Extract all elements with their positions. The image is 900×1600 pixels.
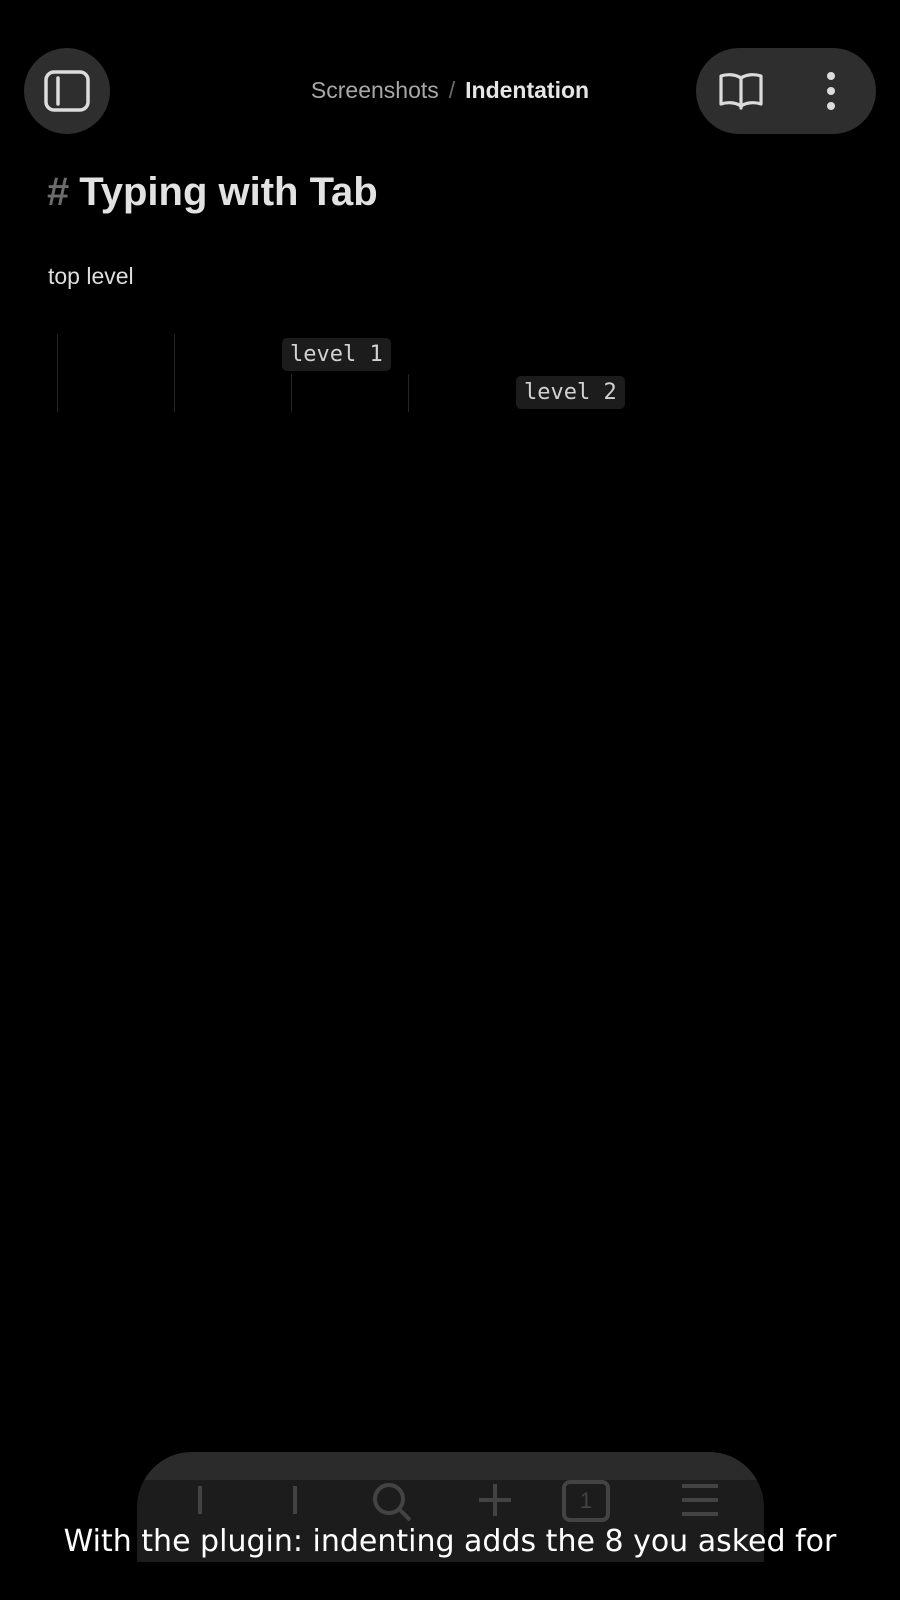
code-line-level-2[interactable]: level 2: [516, 376, 625, 409]
indent-guide: [291, 374, 292, 412]
top-bar: Screenshots / Indentation: [0, 0, 900, 150]
more-vertical-icon: [827, 72, 835, 110]
note-heading[interactable]: # Typing with Tab: [47, 166, 378, 218]
breadcrumb-parent[interactable]: Screenshots: [311, 77, 439, 103]
tab-count-icon[interactable]: 1: [562, 1480, 610, 1522]
more-options-button[interactable]: [786, 48, 876, 134]
plus-icon[interactable]: [475, 1480, 515, 1520]
indent-guide: [174, 334, 175, 412]
indent-guide: [57, 334, 58, 412]
menu-icon[interactable]: [678, 1480, 722, 1520]
caption: With the plugin: indenting adds the 8 yo…: [63, 1524, 837, 1559]
view-actions-pill: [696, 48, 876, 134]
paragraph-top-level[interactable]: top level: [48, 259, 134, 293]
breadcrumb-separator: /: [448, 77, 456, 103]
book-open-icon: [719, 73, 763, 110]
code-line-level-1[interactable]: level 1: [282, 338, 391, 371]
reading-mode-button[interactable]: [696, 48, 786, 134]
indent-guide: [408, 374, 409, 412]
heading-text: Typing with Tab: [79, 170, 378, 214]
breadcrumb-current[interactable]: Indentation: [465, 77, 589, 103]
heading-marker: #: [47, 170, 70, 214]
forward-icon[interactable]: [275, 1480, 315, 1520]
search-icon[interactable]: [370, 1480, 414, 1524]
back-icon[interactable]: [180, 1480, 220, 1520]
